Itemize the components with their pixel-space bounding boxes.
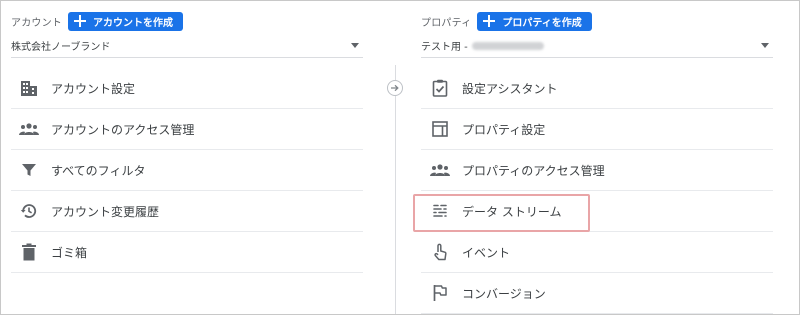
menu-item-label: アカウント設定 (51, 81, 136, 96)
property-selector-text: テスト用 - (421, 42, 468, 53)
data-stream-icon (430, 201, 450, 221)
account-selector-value: 株式会社ノーブランド (11, 42, 111, 53)
menu-item-events[interactable]: イベント (421, 232, 773, 273)
menu-item-all-filters[interactable]: すべてのフィルタ (11, 150, 363, 191)
create-property-button[interactable]: プロパティを作成 (477, 11, 592, 31)
menu-item-setup-assistant[interactable]: 設定アシスタント (421, 68, 773, 109)
account-selector[interactable]: 株式会社ノーブランド (11, 34, 363, 58)
create-account-button-label: アカウントを作成 (93, 17, 173, 29)
plus-icon (74, 15, 86, 27)
property-header-label: プロパティ (421, 17, 472, 29)
menu-item-conversions[interactable]: コンバージョン (421, 273, 773, 314)
property-column: プロパティ プロパティを作成 テスト用 - 設定アシスタント プロパティ設定 プ… (421, 1, 773, 314)
menu-item-data-streams[interactable]: データ ストリーム (421, 191, 773, 232)
menu-item-label: ゴミ箱 (51, 245, 88, 260)
property-selector-value: テスト用 - (421, 38, 544, 53)
menu-item-label: コンバージョン (462, 286, 546, 301)
menu-item-account-access[interactable]: アカウントのアクセス管理 (11, 109, 363, 150)
property-selector[interactable]: テスト用 - (421, 34, 773, 58)
account-menu: アカウント設定 アカウントのアクセス管理 すべてのフィルタ アカウント変更履歴 (11, 68, 363, 273)
flag-icon (430, 283, 450, 303)
touch-icon (430, 242, 450, 262)
chevron-down-icon (351, 43, 359, 48)
layout-icon (430, 119, 450, 139)
account-column: アカウント アカウントを作成 株式会社ノーブランド アカウント設定 アカウントの… (11, 1, 363, 314)
people-icon (19, 119, 39, 139)
chevron-down-icon (761, 43, 769, 48)
property-menu: 設定アシスタント プロパティ設定 プロパティのアクセス管理 データ ストリーム (421, 68, 773, 314)
menu-item-property-access[interactable]: プロパティのアクセス管理 (421, 150, 773, 191)
history-icon (19, 201, 39, 221)
menu-item-label: アカウント変更履歴 (51, 204, 160, 219)
menu-item-label: データ ストリーム (462, 204, 562, 219)
create-property-button-label: プロパティを作成 (502, 17, 582, 29)
plus-icon (483, 15, 496, 27)
people-icon (430, 160, 450, 180)
building-icon (19, 78, 39, 98)
menu-item-label: イベント (462, 245, 511, 260)
column-divider (395, 65, 396, 314)
arrow-right-icon (387, 80, 403, 96)
menu-item-label: 設定アシスタント (462, 81, 558, 96)
menu-item-property-settings[interactable]: プロパティ設定 (421, 109, 773, 150)
filter-icon (19, 160, 39, 180)
account-header: アカウント アカウントを作成 (11, 11, 183, 31)
menu-item-trash[interactable]: ゴミ箱 (11, 232, 363, 273)
property-header: プロパティ プロパティを作成 (421, 11, 592, 31)
redacted-property-id (471, 41, 544, 50)
menu-item-label: すべてのフィルタ (51, 163, 146, 178)
clipboard-check-icon (430, 78, 450, 98)
menu-item-account-history[interactable]: アカウント変更履歴 (11, 191, 363, 232)
menu-item-label: プロパティ設定 (462, 122, 546, 137)
menu-item-label: アカウントのアクセス管理 (51, 122, 195, 137)
account-header-label: アカウント (11, 17, 62, 29)
menu-item-label: プロパティのアクセス管理 (462, 163, 605, 178)
admin-panel: アカウント アカウントを作成 株式会社ノーブランド アカウント設定 アカウントの… (0, 0, 800, 315)
trash-icon (19, 242, 39, 262)
menu-item-account-settings[interactable]: アカウント設定 (11, 68, 363, 109)
create-account-button[interactable]: アカウントを作成 (68, 11, 183, 31)
